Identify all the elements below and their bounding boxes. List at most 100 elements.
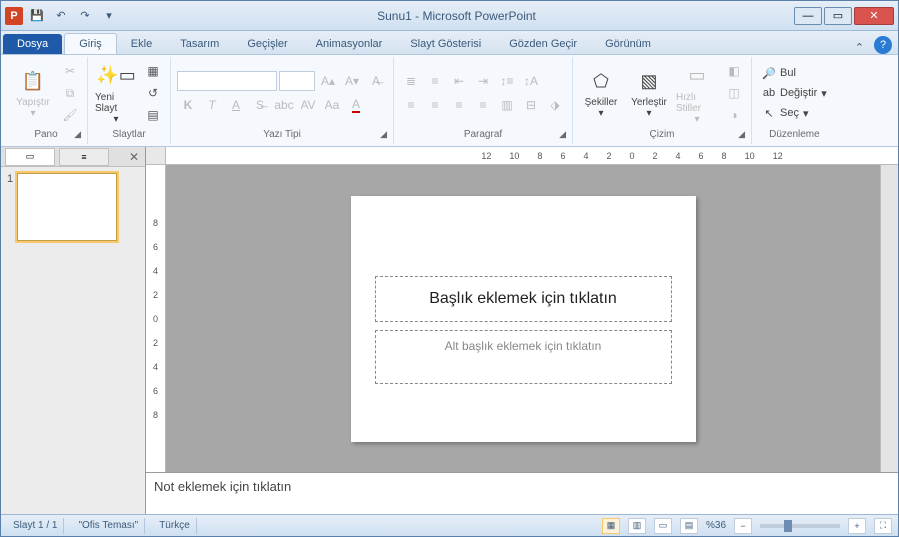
sorter-view-icon[interactable]: ▥ — [628, 518, 646, 534]
underline-icon[interactable]: A — [225, 95, 247, 115]
maximize-button[interactable]: ▭ — [824, 7, 852, 25]
shrink-font-icon[interactable]: A▾ — [341, 71, 363, 91]
grow-font-icon[interactable]: A▴ — [317, 71, 339, 91]
group-label-slides: Slaytlar — [94, 127, 164, 142]
normal-view-icon[interactable]: ▦ — [602, 518, 620, 534]
tab-transitions[interactable]: Geçişler — [233, 34, 301, 54]
notes-pane[interactable]: Not eklemek için tıklatın — [146, 472, 898, 514]
fit-view-icon[interactable]: ⛶ — [874, 518, 892, 534]
qat-dropdown-icon[interactable]: ▾ — [99, 6, 119, 26]
new-slide-button[interactable]: ✨▭ Yeni Slayt ▾ — [94, 60, 138, 126]
shape-outline-icon[interactable]: ◫ — [723, 83, 745, 103]
slideshow-view-icon[interactable]: ▤ — [680, 518, 698, 534]
title-placeholder[interactable]: Başlık eklemek için tıklatın — [375, 276, 672, 322]
tab-review[interactable]: Gözden Geçir — [495, 34, 591, 54]
replace-button[interactable]: ab Değiştir ▾ — [758, 84, 831, 102]
binoculars-icon: 🔎 — [762, 66, 776, 80]
shadow-icon[interactable]: abc — [273, 95, 295, 115]
chevron-down-icon: ▾ — [803, 107, 809, 120]
text-direction-icon[interactable]: ↕A — [520, 71, 542, 91]
shapes-button[interactable]: ⬠ Şekiller ▾ — [579, 60, 623, 126]
minimize-button[interactable]: — — [794, 7, 822, 25]
powerpoint-icon: P — [5, 7, 23, 25]
tab-animations[interactable]: Animasyonlar — [302, 34, 397, 54]
launcher-icon[interactable]: ◢ — [380, 129, 387, 140]
section-icon[interactable]: ▤ — [142, 105, 164, 125]
slide: Başlık eklemek için tıklatın Alt başlık … — [351, 196, 696, 442]
status-language[interactable]: Türkçe — [153, 518, 197, 534]
panel-tab-slides[interactable]: ▭ — [5, 148, 55, 166]
justify-icon[interactable]: ≡ — [472, 95, 494, 115]
subtitle-placeholder[interactable]: Alt başlık eklemek için tıklatın — [375, 330, 672, 384]
tab-insert[interactable]: Ekle — [117, 34, 166, 54]
find-button[interactable]: 🔎 Bul — [758, 64, 831, 82]
tab-home[interactable]: Giriş — [64, 33, 117, 54]
panel-close-icon[interactable]: ✕ — [129, 150, 139, 164]
launcher-icon[interactable]: ◢ — [559, 129, 566, 140]
align-text-icon[interactable]: ⊟ — [520, 95, 542, 115]
quick-styles-button[interactable]: ▭ Hızlı Stiller ▾ — [675, 60, 719, 126]
slide-canvas-area[interactable]: Başlık eklemek için tıklatın Alt başlık … — [166, 165, 880, 472]
layout-icon[interactable]: ▦ — [142, 61, 164, 81]
group-label-paragraph: Paragraf ◢ — [400, 127, 566, 142]
zoom-level[interactable]: %36 — [706, 520, 726, 531]
arrange-button[interactable]: ▧ Yerleştir ▾ — [627, 60, 671, 126]
font-color-icon[interactable]: A — [345, 95, 367, 115]
bold-icon[interactable]: K — [177, 95, 199, 115]
font-family-combo[interactable] — [177, 71, 277, 91]
group-slides: ✨▭ Yeni Slayt ▾ ▦ ↺ ▤ Slaytlar — [88, 57, 171, 144]
reading-view-icon[interactable]: ▭ — [654, 518, 672, 534]
change-case-icon[interactable]: Aa — [321, 95, 343, 115]
tab-view[interactable]: Görünüm — [591, 34, 665, 54]
undo-icon[interactable]: ↶ — [51, 6, 71, 26]
copy-icon[interactable]: ⧉ — [59, 83, 81, 103]
vertical-scrollbar[interactable] — [880, 165, 898, 472]
line-spacing-icon[interactable]: ↕≡ — [496, 71, 518, 91]
list-item[interactable]: 1 — [7, 173, 139, 241]
select-button[interactable]: ↖ Seç ▾ — [758, 104, 831, 122]
redo-icon[interactable]: ↷ — [75, 6, 95, 26]
italic-icon[interactable]: T — [201, 95, 223, 115]
align-center-icon[interactable]: ≡ — [424, 95, 446, 115]
launcher-icon[interactable]: ◢ — [738, 129, 745, 140]
group-label-drawing: Çizim ◢ — [579, 127, 745, 142]
paste-label: Yapıştır — [16, 97, 50, 108]
group-label-editing: Düzenleme — [758, 127, 831, 142]
shape-fill-icon[interactable]: ◧ — [723, 61, 745, 81]
clear-format-icon[interactable]: A̶ — [365, 71, 387, 91]
zoom-in-icon[interactable]: + — [848, 518, 866, 534]
zoom-out-icon[interactable]: − — [734, 518, 752, 534]
numbering-icon[interactable]: ≡ — [424, 71, 446, 91]
char-spacing-icon[interactable]: AV — [297, 95, 319, 115]
replace-label: Değiştir — [780, 87, 817, 99]
bullets-icon[interactable]: ≣ — [400, 71, 422, 91]
statusbar: Slayt 1 / 1 "Ofis Teması" Türkçe ▦ ▥ ▭ ▤… — [1, 514, 898, 536]
launcher-icon[interactable]: ◢ — [74, 129, 81, 140]
tab-slideshow[interactable]: Slayt Gösterisi — [396, 34, 495, 54]
increase-indent-icon[interactable]: ⇥ — [472, 71, 494, 91]
group-clipboard: 📋 Yapıştır ▾ ✂ ⧉ 🖌 Pano ◢ — [5, 57, 88, 144]
shape-effects-icon[interactable]: ◑ — [723, 105, 745, 125]
align-left-icon[interactable]: ≡ — [400, 95, 422, 115]
format-painter-icon[interactable]: 🖌 — [59, 105, 81, 125]
panel-tab-outline[interactable]: ≡ — [59, 148, 109, 166]
paste-button[interactable]: 📋 Yapıştır ▾ — [11, 60, 55, 126]
font-size-combo[interactable] — [279, 71, 315, 91]
zoom-slider[interactable] — [760, 524, 840, 528]
smartart-icon[interactable]: ⬗ — [544, 95, 566, 115]
cut-icon[interactable]: ✂ — [59, 61, 81, 81]
save-icon[interactable]: 💾 — [27, 6, 47, 26]
close-button[interactable]: ✕ — [854, 7, 894, 25]
strike-icon[interactable]: S̶ — [249, 95, 271, 115]
ribbon-collapse-icon[interactable]: ⌃ — [855, 41, 864, 54]
panel-tabs: ▭ ≡ ✕ — [1, 147, 145, 167]
columns-icon[interactable]: ▥ — [496, 95, 518, 115]
align-right-icon[interactable]: ≡ — [448, 95, 470, 115]
slide-thumbnail[interactable] — [17, 173, 117, 241]
help-icon[interactable]: ? — [874, 36, 892, 54]
tab-file[interactable]: Dosya — [3, 34, 62, 54]
reset-icon[interactable]: ↺ — [142, 83, 164, 103]
decrease-indent-icon[interactable]: ⇤ — [448, 71, 470, 91]
tab-design[interactable]: Tasarım — [166, 34, 233, 54]
zoom-thumb[interactable] — [784, 520, 792, 532]
